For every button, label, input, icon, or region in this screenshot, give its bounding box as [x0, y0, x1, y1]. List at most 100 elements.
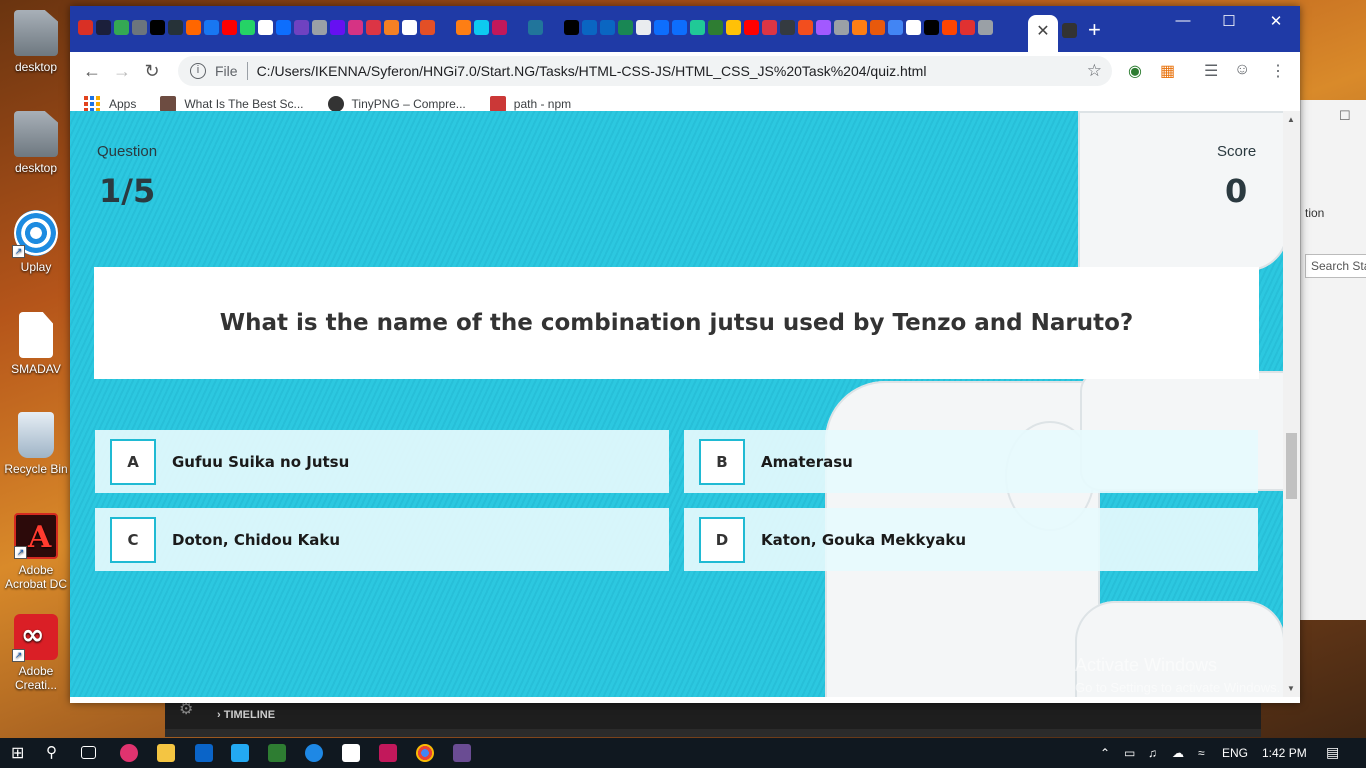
tab-icon[interactable] — [780, 20, 795, 35]
tab-icon[interactable] — [618, 20, 633, 35]
tab-icon[interactable] — [906, 20, 921, 35]
itunes-icon[interactable] — [120, 744, 138, 762]
linkedin-tab-icon[interactable] — [600, 20, 615, 35]
docs-tab-icon[interactable] — [888, 20, 903, 35]
desktop-icon-recycle-bin[interactable]: Recycle Bin — [4, 412, 68, 476]
maximize-icon[interactable]: ☐ — [1339, 108, 1351, 124]
bookmark-npm[interactable]: path - npm — [489, 95, 571, 112]
youtube-tab-icon[interactable] — [744, 20, 759, 35]
bookmark-star-icon[interactable]: ☆ — [1087, 61, 1102, 81]
clock[interactable]: 1:42 PM — [1262, 746, 1307, 760]
file-explorer-icon[interactable] — [157, 744, 175, 762]
youtube-tab-icon[interactable] — [222, 20, 237, 35]
figma-tab-icon[interactable] — [798, 20, 813, 35]
tab-icon[interactable] — [474, 20, 489, 35]
tab-icon[interactable] — [276, 20, 291, 35]
tab-icon[interactable] — [96, 20, 111, 35]
extension-globe-icon[interactable]: ◉ — [1128, 61, 1142, 81]
page-scrollbar[interactable]: ▲ ▼ — [1283, 111, 1300, 697]
medium-tab-icon[interactable] — [150, 20, 165, 35]
tab-icon[interactable] — [672, 20, 687, 35]
tab-icon[interactable] — [870, 20, 885, 35]
tab-icon[interactable] — [564, 20, 579, 35]
search-icon[interactable]: ⚲ — [46, 743, 64, 761]
tab-icon[interactable] — [402, 20, 417, 35]
volume-icon[interactable]: ♫ — [1148, 746, 1157, 760]
profile-avatar-icon[interactable]: ☺ — [1234, 61, 1250, 79]
pdf-tab-icon[interactable] — [762, 20, 777, 35]
close-tab-icon[interactable]: ✕ — [1036, 23, 1049, 40]
desktop-icon-desktop-2[interactable]: desktop — [4, 111, 68, 175]
bookmark-best-sc[interactable]: What Is The Best Sc... — [160, 95, 304, 112]
whatsapp-tab-icon[interactable] — [240, 20, 255, 35]
tab-icon[interactable] — [708, 20, 723, 35]
desktop-icon-creative-cloud[interactable]: ↗ Adobe Creati... — [4, 614, 68, 692]
edge-icon[interactable] — [305, 744, 323, 762]
windows-start-icon[interactable]: ⊞ — [11, 743, 29, 762]
address-bar[interactable]: i File C:/Users/IKENNA/Syferon/HNGi7.0/S… — [178, 56, 1112, 86]
task-view-icon[interactable] — [81, 746, 96, 759]
desktop-icon-smadav[interactable]: SMADAV — [4, 312, 68, 376]
linkedin-tab-icon[interactable] — [582, 20, 597, 35]
option-a[interactable]: A Gufuu Suika no Jutsu — [95, 430, 669, 493]
option-b[interactable]: B Amaterasu — [684, 430, 1258, 493]
language-indicator[interactable]: ENG — [1222, 746, 1248, 760]
scrollbar-thumb[interactable] — [1286, 433, 1297, 499]
wifi-icon[interactable]: ≈ — [1198, 746, 1205, 760]
reload-icon[interactable]: ↻ — [137, 61, 167, 82]
facebook-tab-icon[interactable] — [204, 20, 219, 35]
tab-icon[interactable] — [456, 20, 471, 35]
extension-icon[interactable]: ▦ — [1160, 61, 1175, 81]
tab-icon[interactable] — [348, 20, 363, 35]
battery-icon[interactable]: ▭ — [1124, 746, 1135, 760]
timeline-panel-header[interactable]: › TIMELINE — [217, 709, 275, 721]
reading-list-icon[interactable]: ☰ — [1204, 61, 1218, 81]
tab-icon[interactable] — [312, 20, 327, 35]
tab-icon[interactable] — [636, 20, 651, 35]
tab-favicons[interactable] — [78, 20, 993, 35]
tab-icon[interactable] — [852, 20, 867, 35]
tab-icon[interactable] — [438, 20, 453, 35]
vscode-icon[interactable] — [231, 744, 249, 762]
tab-icon[interactable] — [330, 20, 345, 35]
tab-icon[interactable] — [690, 20, 705, 35]
tab-icon[interactable] — [834, 20, 849, 35]
search-input[interactable]: Search Sta... — [1305, 254, 1366, 278]
minimize-button[interactable]: — — [1160, 12, 1206, 29]
action-center-icon[interactable]: ▤ — [1326, 744, 1339, 761]
active-tab[interactable]: ✕ — [1028, 15, 1058, 52]
youtube-tab-icon[interactable] — [366, 20, 381, 35]
wordpress-tab-icon[interactable] — [528, 20, 543, 35]
tab-icon[interactable] — [168, 20, 183, 35]
tab-icon[interactable] — [726, 20, 741, 35]
tab-icon[interactable] — [924, 20, 939, 35]
new-tab-button[interactable]: + — [1088, 17, 1101, 43]
reddit-tab-icon[interactable] — [942, 20, 957, 35]
figma-tab-icon[interactable] — [816, 20, 831, 35]
tab-icon[interactable] — [960, 20, 975, 35]
ycombinator-tab-icon[interactable] — [186, 20, 201, 35]
option-d[interactable]: D Katon, Gouka Mekkyaku — [684, 508, 1258, 571]
tab-icon[interactable] — [132, 20, 147, 35]
url-text[interactable]: C:/Users/IKENNA/Syferon/HNGi7.0/Start.NG… — [257, 63, 927, 79]
info-icon[interactable]: i — [190, 63, 206, 79]
desktop-icon-acrobat[interactable]: ↗ Adobe Acrobat DC — [4, 513, 68, 591]
tab-icon[interactable] — [492, 20, 507, 35]
tab-icon[interactable] — [546, 20, 561, 35]
close-button[interactable]: ✕ — [1253, 12, 1299, 30]
tab-icon[interactable] — [510, 20, 525, 35]
drive-tab-icon[interactable] — [114, 20, 129, 35]
option-c[interactable]: C Doton, Chidou Kaku — [95, 508, 669, 571]
cloud-icon[interactable]: ☁ — [1172, 746, 1184, 760]
bookmark-tinypng[interactable]: TinyPNG – Compre... — [327, 95, 466, 112]
amazon-tab-icon[interactable] — [258, 20, 273, 35]
menu-kebab-icon[interactable]: ⋮ — [1270, 61, 1286, 81]
github-tab-icon[interactable] — [1062, 23, 1077, 38]
scroll-up-icon[interactable]: ▲ — [1287, 115, 1295, 124]
outlook-icon[interactable] — [195, 744, 213, 762]
forward-icon[interactable]: → — [107, 61, 137, 82]
chrome-icon[interactable] — [416, 744, 434, 762]
desktop-icon-desktop-1[interactable]: desktop — [4, 10, 68, 74]
app-icon[interactable] — [453, 744, 471, 762]
tab-icon[interactable] — [654, 20, 669, 35]
